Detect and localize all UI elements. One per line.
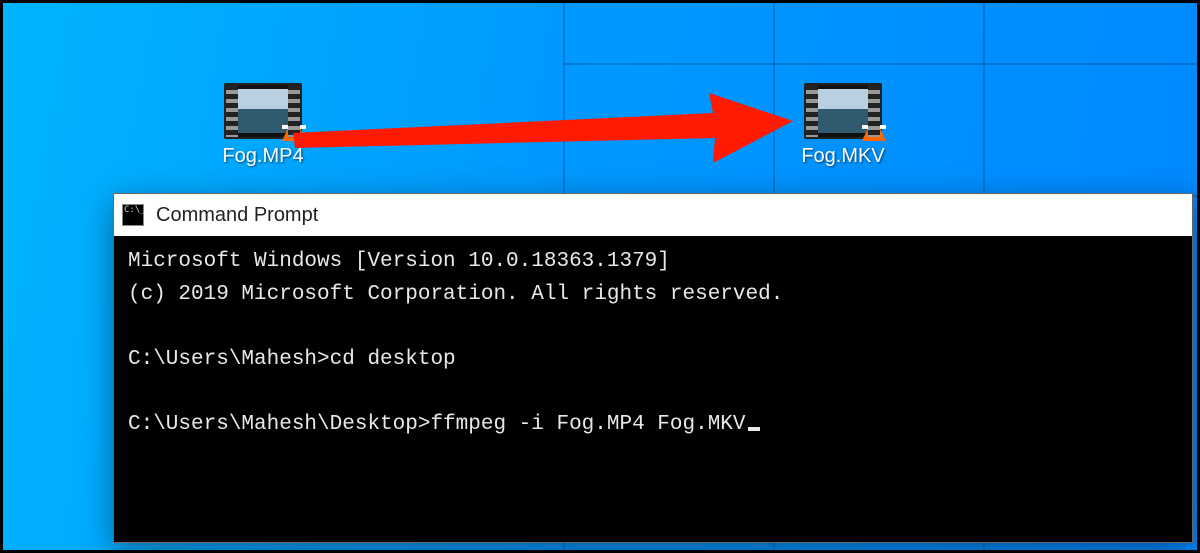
video-file-icon: [804, 83, 882, 139]
desktop-file-fog-mp4[interactable]: Fog.MP4: [203, 83, 323, 168]
command-prompt-window[interactable]: Command Prompt Microsoft Windows [Versio…: [113, 193, 1193, 543]
cmd-app-icon: [122, 204, 144, 226]
cmd-command-2: ffmpeg -i Fog.MP4 Fog.MKV: [430, 413, 745, 436]
screenshot-frame: Fog.MP4 Fog.MKV Command Prompt Microsoft…: [0, 0, 1200, 553]
video-file-icon: [224, 83, 302, 139]
vlc-cone-icon: [282, 115, 306, 141]
cmd-cursor: [748, 427, 760, 431]
cmd-command-1: cd desktop: [330, 348, 456, 371]
cmd-version-line: Microsoft Windows [Version 10.0.18363.13…: [128, 250, 670, 273]
cmd-copyright-line: (c) 2019 Microsoft Corporation. All righ…: [128, 283, 783, 306]
desktop-file-fog-mkv[interactable]: Fog.MKV: [783, 83, 903, 168]
cmd-title-text: Command Prompt: [156, 204, 318, 227]
cmd-prompt-1: C:\Users\Mahesh>: [128, 348, 330, 371]
vlc-cone-icon: [862, 115, 886, 141]
desktop-file-label: Fog.MKV: [783, 145, 903, 168]
annotation-arrow: [293, 93, 793, 173]
cmd-titlebar[interactable]: Command Prompt: [114, 194, 1192, 236]
cmd-output[interactable]: Microsoft Windows [Version 10.0.18363.13…: [114, 236, 1192, 451]
cmd-prompt-2: C:\Users\Mahesh\Desktop>: [128, 413, 430, 436]
desktop-file-label: Fog.MP4: [203, 145, 323, 168]
